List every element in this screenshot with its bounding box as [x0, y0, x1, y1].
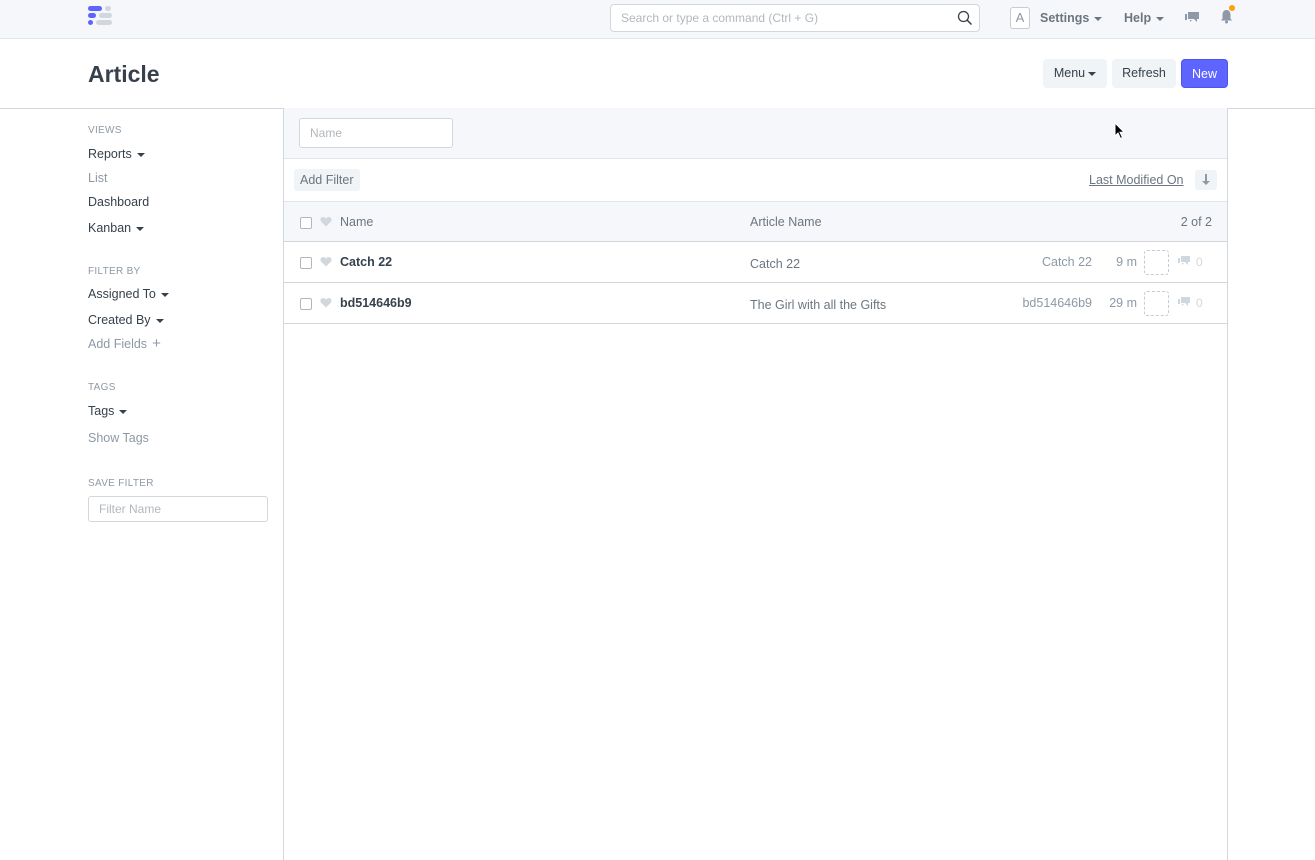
- heart-icon[interactable]: [320, 256, 332, 267]
- filter-bar: Add Filter Last Modified On: [284, 159, 1227, 202]
- select-all-checkbox[interactable]: [300, 217, 312, 229]
- row-article-name: Catch 22: [750, 257, 801, 271]
- row-title: Catch 22: [1041, 255, 1092, 269]
- chevron-down-icon: [155, 318, 164, 323]
- settings-dropdown[interactable]: Settings: [1040, 11, 1103, 25]
- app-logo-icon[interactable]: [88, 6, 114, 30]
- comment-icon: [1178, 256, 1190, 265]
- list-row[interactable]: Catch 22 Catch 22 Catch 22 9 m 0: [284, 242, 1227, 283]
- assign-placeholder[interactable]: [1144, 291, 1169, 316]
- sidebar-item-list[interactable]: List: [88, 171, 107, 185]
- name-filter-input[interactable]: [299, 118, 453, 148]
- filter-name-input[interactable]: [88, 496, 268, 522]
- sidebar-item-tags[interactable]: Tags: [88, 404, 128, 418]
- save-filter-heading: SAVE FILTER: [88, 478, 154, 489]
- heart-icon[interactable]: [320, 297, 332, 308]
- list-row[interactable]: bd514646b9 The Girl with all the Gifts b…: [284, 283, 1227, 324]
- assign-placeholder[interactable]: [1144, 250, 1169, 275]
- chat-icon[interactable]: [1184, 10, 1200, 24]
- sidebar-item-label: Reports: [88, 147, 132, 161]
- row-modified: 29 m: [1109, 296, 1137, 310]
- help-dropdown[interactable]: Help: [1124, 11, 1165, 25]
- standard-filter-section: [284, 108, 1227, 159]
- filter-by-heading: FILTER BY: [88, 266, 141, 277]
- column-header-article-name: Article Name: [750, 215, 822, 229]
- chevron-down-icon: [1156, 16, 1165, 21]
- sort-order-button[interactable]: [1195, 170, 1217, 190]
- help-label: Help: [1124, 11, 1152, 25]
- row-checkbox[interactable]: [300, 298, 312, 310]
- row-article-name: The Girl with all the Gifts: [750, 298, 887, 312]
- heart-icon[interactable]: [320, 216, 332, 227]
- views-heading: VIEWS: [88, 125, 122, 136]
- sidebar-item-assigned-to[interactable]: Assigned To: [88, 287, 169, 301]
- list-frame: Add Filter Last Modified On Name Article…: [283, 108, 1228, 860]
- menu-button[interactable]: Menu: [1043, 59, 1107, 88]
- sidebar-item-label: Created By: [88, 313, 151, 327]
- add-fields-link[interactable]: Add Fields +: [88, 335, 161, 352]
- refresh-button[interactable]: Refresh: [1112, 59, 1176, 88]
- navbar: A Settings Help: [0, 0, 1315, 39]
- sidebar-item-label: Assigned To: [88, 287, 156, 301]
- bell-icon[interactable]: [1220, 9, 1233, 24]
- notification-dot: [1229, 5, 1235, 11]
- sidebar-item-created-by[interactable]: Created By: [88, 313, 164, 327]
- column-header-name: Name: [340, 215, 374, 229]
- new-button[interactable]: New: [1181, 59, 1228, 88]
- search-input[interactable]: [611, 5, 941, 31]
- sidebar-item-label: Kanban: [88, 221, 132, 235]
- menu-button-label: Menu: [1053, 66, 1086, 80]
- arrow-down-icon: [1202, 174, 1210, 185]
- chevron-down-icon: [1088, 71, 1097, 76]
- chevron-down-icon: [136, 226, 145, 231]
- awesome-bar[interactable]: [610, 4, 980, 32]
- search-icon[interactable]: [957, 10, 973, 26]
- comment-icon: [1178, 297, 1190, 306]
- sidebar-item-label: Tags: [88, 404, 115, 418]
- comment-count: 0: [1196, 255, 1203, 269]
- row-checkbox[interactable]: [300, 257, 312, 269]
- add-fields-label: Add Fields: [88, 337, 148, 351]
- chevron-down-icon: [119, 409, 128, 414]
- list-header: Name Article Name 2 of 2: [284, 202, 1227, 242]
- chevron-down-icon: [1094, 16, 1103, 21]
- tags-heading: TAGS: [88, 382, 116, 393]
- plus-icon: +: [152, 335, 161, 352]
- row-name-link[interactable]: Catch 22: [340, 255, 392, 269]
- row-title: bd514646b9: [1022, 296, 1092, 310]
- row-modified: 9 m: [1116, 255, 1137, 269]
- chevron-down-icon: [160, 292, 169, 297]
- chevron-down-icon: [136, 152, 145, 157]
- sidebar-item-dashboard[interactable]: Dashboard: [88, 195, 149, 209]
- page-title: Article: [88, 61, 160, 87]
- comment-count: 0: [1196, 296, 1203, 310]
- row-name-link[interactable]: bd514646b9: [340, 296, 412, 310]
- result-count: 2 of 2: [1180, 215, 1212, 229]
- avatar[interactable]: A: [1010, 7, 1030, 29]
- page-head: Article Menu Refresh New: [0, 39, 1315, 109]
- mouse-cursor-icon: [1114, 122, 1126, 140]
- sidebar-item-reports[interactable]: Reports: [88, 147, 145, 161]
- add-filter-button[interactable]: Add Filter: [294, 169, 360, 191]
- show-tags-link[interactable]: Show Tags: [88, 431, 149, 445]
- settings-label: Settings: [1040, 11, 1090, 25]
- sidebar-item-kanban[interactable]: Kanban: [88, 221, 145, 235]
- sort-selector[interactable]: Last Modified On: [1089, 173, 1184, 187]
